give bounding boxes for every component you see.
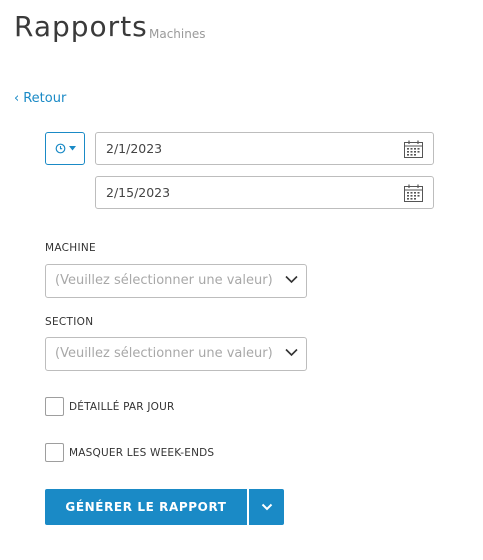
end-date-field[interactable]: 2/15/2023 bbox=[95, 176, 434, 209]
back-link-label: Retour bbox=[23, 91, 67, 106]
machine-label: MACHINE bbox=[45, 242, 96, 254]
page-subtitle: Machines bbox=[149, 27, 206, 41]
section-select-placeholder: (Veuillez sélectionner une valeur) bbox=[55, 346, 273, 361]
detail-by-day-checkbox[interactable] bbox=[45, 397, 64, 416]
chevron-left-icon: ‹ bbox=[14, 91, 20, 106]
calendar-icon[interactable] bbox=[404, 140, 423, 158]
generate-options-button[interactable] bbox=[249, 489, 284, 525]
calendar-icon[interactable] bbox=[404, 184, 423, 202]
section-select[interactable]: (Veuillez sélectionner une valeur) bbox=[45, 337, 307, 371]
detail-by-day-option[interactable]: DÉTAILLÉ PAR JOUR bbox=[45, 397, 175, 416]
hide-weekends-label: MASQUER LES WEEK-ENDS bbox=[69, 446, 215, 459]
generate-report-label: GÉNÉRER LE RAPPORT bbox=[65, 500, 227, 514]
period-preset-button[interactable] bbox=[45, 132, 85, 165]
generate-report-button[interactable]: GÉNÉRER LE RAPPORT bbox=[45, 489, 247, 525]
machine-select-placeholder: (Veuillez sélectionner une valeur) bbox=[55, 273, 273, 288]
start-date-value: 2/1/2023 bbox=[106, 141, 163, 156]
clock-icon bbox=[55, 143, 65, 154]
back-link[interactable]: ‹ Retour bbox=[14, 91, 66, 106]
chevron-down-icon bbox=[285, 348, 298, 357]
machine-select[interactable]: (Veuillez sélectionner une valeur) bbox=[45, 264, 307, 298]
detail-by-day-label: DÉTAILLÉ PAR JOUR bbox=[69, 400, 175, 413]
chevron-down-icon bbox=[285, 275, 298, 284]
start-date-field[interactable]: 2/1/2023 bbox=[95, 132, 434, 165]
chevron-down-icon bbox=[261, 503, 272, 511]
end-date-value: 2/15/2023 bbox=[106, 185, 171, 200]
section-label: SECTION bbox=[45, 316, 94, 328]
hide-weekends-option[interactable]: MASQUER LES WEEK-ENDS bbox=[45, 443, 214, 462]
hide-weekends-checkbox[interactable] bbox=[45, 443, 64, 462]
page-title: Rapports bbox=[14, 10, 148, 43]
caret-down-icon bbox=[68, 146, 76, 151]
